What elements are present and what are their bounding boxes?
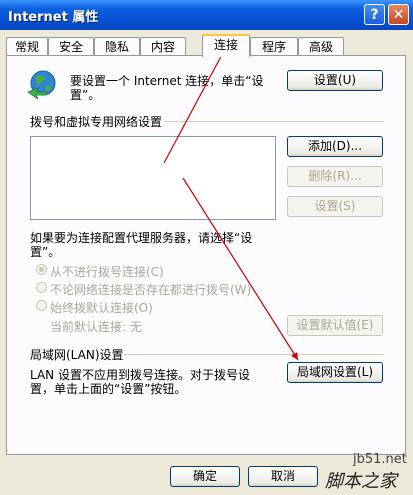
ok-button[interactable]: 确定 bbox=[170, 466, 240, 487]
tab-advanced[interactable]: 高级 bbox=[298, 37, 344, 56]
tab-general[interactable]: 常规 bbox=[6, 37, 48, 56]
proxy-note-line1: 如果要为连接配置代理服务器，请选择“设 bbox=[30, 231, 253, 245]
current-default-value: 无 bbox=[130, 320, 143, 334]
proxy-note-line2: 置”。 bbox=[30, 245, 61, 259]
connections-list[interactable] bbox=[30, 136, 276, 220]
setup-text-line2: 置”。 bbox=[70, 88, 101, 102]
dialup-heading: 拨号和虚拟专用网络设置 bbox=[30, 115, 163, 129]
title-bar: Internet 属性 ? ✕ bbox=[0, 0, 413, 30]
lan-text-line2: 置，单击上面的“设置”按钮。 bbox=[30, 382, 187, 396]
radio-always-dial[interactable] bbox=[36, 300, 47, 311]
lan-settings-button[interactable]: 局域网设置(L) bbox=[287, 362, 383, 383]
radio-always-dial-label[interactable]: 始终拨默认连接(O) bbox=[50, 299, 153, 316]
watermark-site: jb51.net bbox=[353, 452, 407, 467]
radio-dial-whenever[interactable] bbox=[36, 282, 47, 293]
close-button[interactable]: ✕ bbox=[388, 4, 409, 25]
dialup-separator bbox=[164, 121, 384, 122]
lan-heading: 局域网(LAN)设置 bbox=[30, 348, 124, 362]
radio-dial-whenever-label[interactable]: 不论网络连接是否存在都进行拨号(W) bbox=[50, 281, 251, 298]
setup-button[interactable]: 设置(U) bbox=[287, 70, 383, 91]
watermark-brand: 脚本之家 bbox=[325, 471, 397, 492]
tab-connections[interactable]: 连接 bbox=[202, 34, 250, 57]
lan-separator bbox=[124, 354, 384, 355]
set-default-button[interactable]: 设置默认值(E) bbox=[287, 315, 383, 336]
tab-programs[interactable]: 程序 bbox=[250, 37, 298, 56]
add-button[interactable]: 添加(D)... bbox=[287, 136, 383, 157]
remove-button[interactable]: 删除(R)... bbox=[287, 166, 383, 187]
help-button[interactable]: ? bbox=[364, 4, 385, 25]
tab-content[interactable]: 内容 bbox=[140, 37, 186, 56]
cancel-button[interactable]: 取消 bbox=[248, 466, 318, 487]
radio-never-dial-label[interactable]: 从不进行拨号连接(C) bbox=[50, 263, 164, 280]
dialup-settings-button[interactable]: 设置(S) bbox=[287, 196, 383, 217]
network-globe-icon bbox=[27, 70, 56, 100]
tab-strip: 常规 安全 隐私 内容 连接 程序 高级 bbox=[6, 34, 408, 57]
tab-privacy[interactable]: 隐私 bbox=[94, 37, 140, 56]
current-default-label: 当前默认连接: bbox=[50, 320, 127, 334]
tab-security[interactable]: 安全 bbox=[48, 37, 94, 56]
radio-never-dial[interactable] bbox=[36, 264, 47, 275]
window-title: Internet 属性 bbox=[8, 10, 99, 25]
